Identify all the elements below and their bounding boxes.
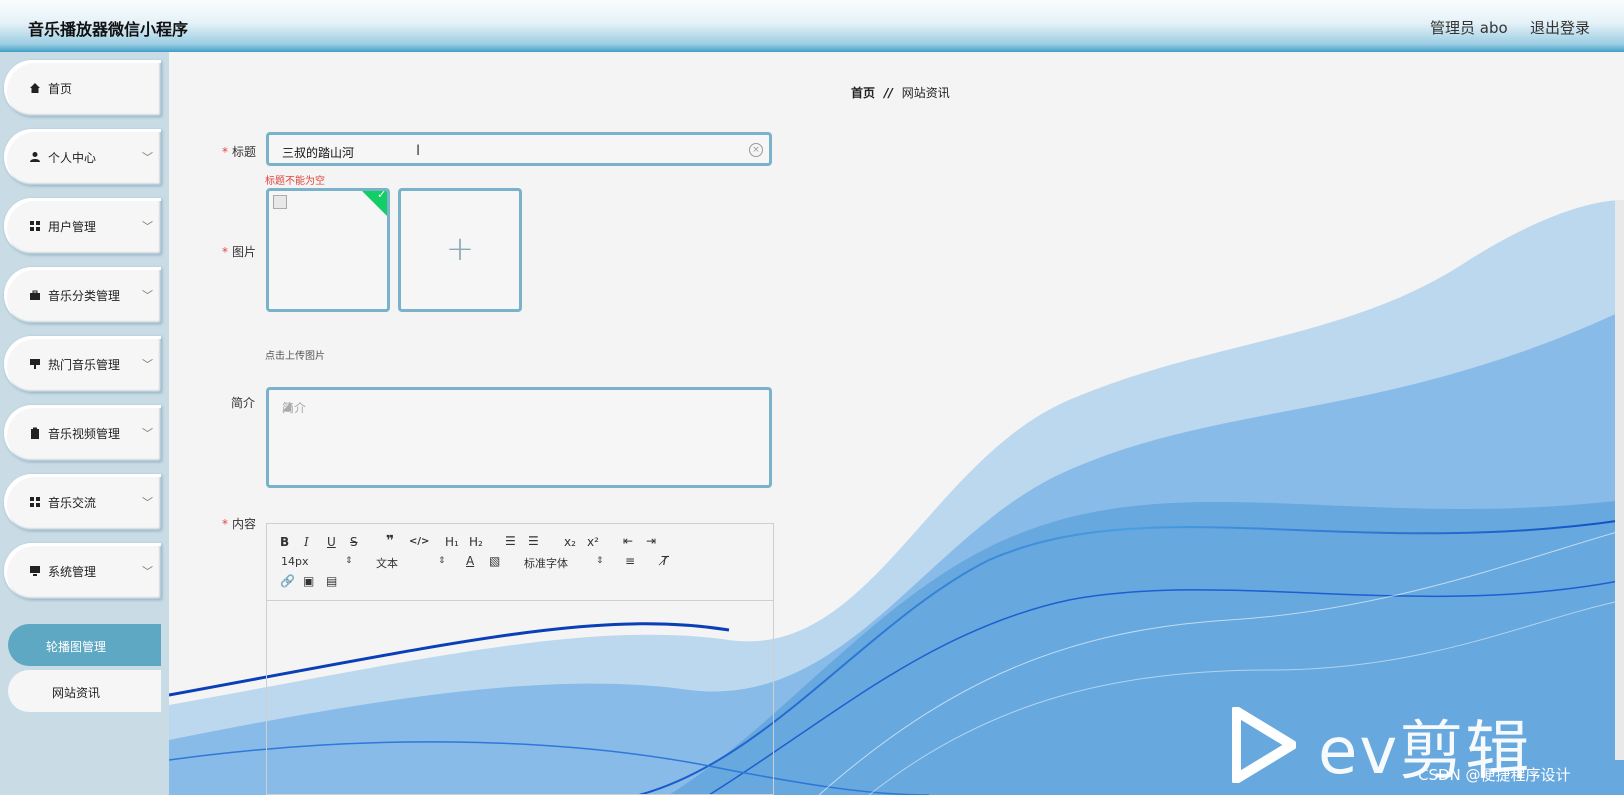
image-upload-button[interactable]: + xyxy=(398,188,522,312)
superscript-icon[interactable]: x² xyxy=(587,535,599,549)
monitor-icon xyxy=(30,566,40,576)
content-label: * 内容 xyxy=(222,517,257,531)
sidebar-item-music-video[interactable]: 音乐视频管理 ﹀ xyxy=(4,405,161,461)
chevron-down-icon: ﹀ xyxy=(142,565,153,578)
upload-hint: 点击上传图片 xyxy=(265,351,325,362)
text-type-select[interactable]: 文本 ⇕ xyxy=(376,555,446,571)
bold-icon[interactable]: B xyxy=(280,535,289,549)
intro-textarea[interactable]: 简介 ◢ xyxy=(266,387,772,488)
clear-format-icon[interactable]: T̸ xyxy=(661,554,668,568)
ordered-list-icon[interactable]: ☰ xyxy=(505,534,516,548)
chevron-down-icon: ﹀ xyxy=(142,220,153,233)
broken-image-icon xyxy=(273,195,287,209)
intro-label: 简介 xyxy=(231,396,256,410)
select-arrows-icon: ⇕ xyxy=(438,556,446,566)
grid-icon xyxy=(30,497,40,507)
sidebar-item-label: 首页 xyxy=(48,82,73,96)
align-icon[interactable]: ≡ xyxy=(625,554,635,568)
logout-link[interactable]: 退出登录 xyxy=(1530,17,1590,38)
breadcrumb-separator: // xyxy=(884,86,893,100)
sidebar-item-label: 音乐交流 xyxy=(48,496,97,510)
font-color-icon[interactable]: A xyxy=(466,554,474,568)
chevron-down-icon: ﹀ xyxy=(142,289,153,302)
title-error-message: 标题不能为空 xyxy=(265,176,325,187)
app-title: 音乐播放器微信小程序 xyxy=(28,20,189,39)
resize-grip-icon[interactable]: ◢ xyxy=(282,399,768,484)
bullet-list-icon[interactable]: ☰ xyxy=(528,534,539,548)
sidebar-subitem-label: 网站资讯 xyxy=(51,686,100,700)
sidebar-item-label: 系统管理 xyxy=(48,565,97,579)
uploaded-image-thumbnail[interactable]: ✓ xyxy=(266,188,390,312)
briefcase-icon xyxy=(30,290,40,300)
sidebar-item-user-management[interactable]: 用户管理 ﹀ xyxy=(4,198,161,254)
plus-icon: + xyxy=(445,229,475,269)
select-arrows-icon: ⇕ xyxy=(596,556,604,566)
video-icon[interactable]: ▤ xyxy=(326,574,337,588)
chevron-down-icon: ﹀ xyxy=(142,427,153,440)
text-cursor-icon: I xyxy=(416,143,421,159)
vertical-scrollbar[interactable] xyxy=(1615,200,1624,760)
sidebar: 首页 个人中心 ﹀ 用户管理 ﹀ 音乐分类管理 ﹀ 热门音乐管理 ﹀ 音乐视频管… xyxy=(0,52,169,795)
sidebar-item-label: 音乐视频管理 xyxy=(48,427,121,441)
italic-icon[interactable]: I xyxy=(304,535,309,549)
sidebar-item-hot-music[interactable]: 热门音乐管理 ﹀ xyxy=(4,336,161,392)
sidebar-item-label: 个人中心 xyxy=(48,151,97,165)
font-size-select[interactable]: 14px ⇕ xyxy=(281,555,353,568)
image-icon[interactable]: ▣ xyxy=(303,574,314,588)
sidebar-item-home[interactable]: 首页 xyxy=(4,60,161,116)
sidebar-item-music-category[interactable]: 音乐分类管理 ﹀ xyxy=(4,267,161,323)
link-icon[interactable]: 🔗 xyxy=(280,574,295,588)
title-label: * 标题 xyxy=(222,145,257,159)
sidebar-subitem-label: 轮播图管理 xyxy=(45,640,106,654)
top-header: 音乐播放器微信小程序 管理员 abo 退出登录 xyxy=(0,0,1624,52)
sidebar-item-personal-center[interactable]: 个人中心 ﹀ xyxy=(4,129,161,185)
heading-1-icon[interactable]: H₁ xyxy=(445,535,459,549)
check-icon: ✓ xyxy=(377,188,387,201)
sidebar-subitem-site-news[interactable]: 网站资讯 xyxy=(8,670,161,712)
select-arrows-icon: ⇕ xyxy=(345,556,353,566)
ev-editor-play-logo xyxy=(1232,707,1296,783)
chevron-down-icon: ﹀ xyxy=(142,496,153,509)
clipboard-icon xyxy=(31,427,39,439)
subscript-icon[interactable]: x₂ xyxy=(564,535,576,549)
title-input[interactable]: 三叔的踏山河 I × xyxy=(266,132,772,166)
background-color-icon[interactable]: ▧ xyxy=(489,554,500,568)
sidebar-item-label: 热门音乐管理 xyxy=(48,358,121,372)
strikethrough-icon[interactable]: S xyxy=(350,535,358,549)
font-family-select[interactable]: 标准字体 ⇕ xyxy=(524,555,614,571)
image-label: * 图片 xyxy=(222,245,257,259)
chevron-down-icon: ﹀ xyxy=(142,151,153,164)
code-block-icon[interactable]: </> xyxy=(409,536,429,547)
sidebar-item-system-management[interactable]: 系统管理 ﹀ xyxy=(4,543,161,599)
breadcrumb-current: 网站资讯 xyxy=(901,86,950,100)
clear-icon[interactable]: × xyxy=(749,143,763,157)
upload-success-badge: ✓ xyxy=(358,188,387,220)
rich-text-editor[interactable]: B I U S ❞ </> H₁ H₂ ☰ ☰ x₂ x² ⇤ ⇥ 14px ⇕ … xyxy=(266,523,774,795)
chevron-down-icon: ﹀ xyxy=(142,358,153,371)
user-icon xyxy=(30,152,40,162)
home-icon xyxy=(30,83,40,93)
sidebar-subitem-banner-management[interactable]: 轮播图管理 xyxy=(8,624,161,666)
sidebar-item-music-exchange[interactable]: 音乐交流 ﹀ xyxy=(4,474,161,530)
heading-2-icon[interactable]: H₂ xyxy=(469,535,483,549)
sidebar-item-label: 用户管理 xyxy=(48,220,97,234)
breadcrumb: 首页 // 网站资讯 xyxy=(851,84,950,101)
hot-music-icon xyxy=(30,359,40,369)
indent-icon[interactable]: ⇥ xyxy=(646,534,656,548)
blockquote-icon[interactable]: ❞ xyxy=(386,533,394,549)
sidebar-item-label: 音乐分类管理 xyxy=(48,289,121,303)
breadcrumb-home[interactable]: 首页 xyxy=(851,86,875,100)
title-input-value: 三叔的踏山河 xyxy=(282,146,355,160)
admin-user-label: 管理员 abo xyxy=(1430,19,1508,37)
watermark-credit: CSDN @便捷程序设计 xyxy=(1418,766,1571,784)
editor-toolbar: B I U S ❞ </> H₁ H₂ ☰ ☰ x₂ x² ⇤ ⇥ 14px ⇕ … xyxy=(267,524,773,601)
outdent-icon[interactable]: ⇤ xyxy=(623,534,633,548)
grid-icon xyxy=(30,221,40,231)
underline-icon[interactable]: U xyxy=(327,535,336,549)
